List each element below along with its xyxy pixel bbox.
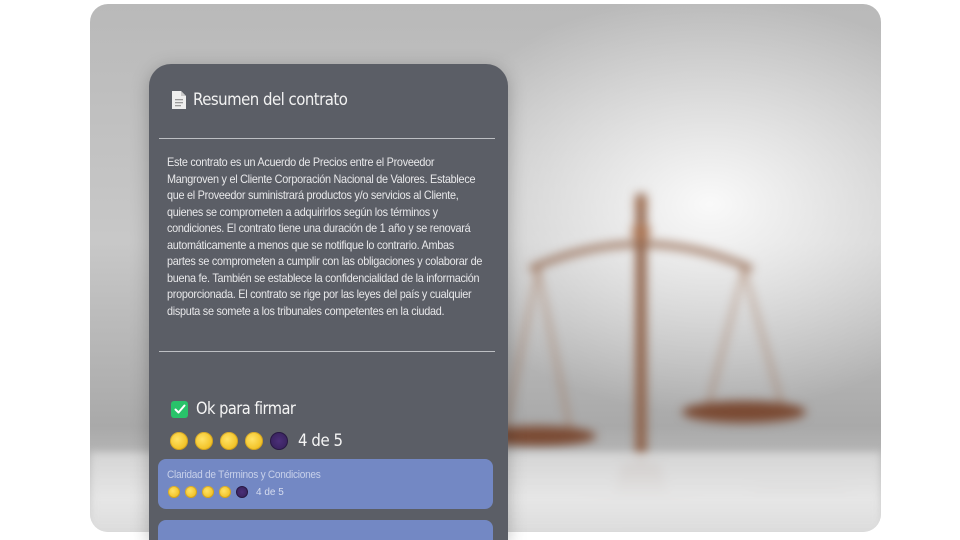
document-icon: [172, 91, 186, 109]
filled-circle-icon: [168, 486, 180, 498]
filled-circle-icon: [219, 486, 231, 498]
filled-circle-icon: [245, 432, 263, 450]
criterion-title: Claridad de Términos y Condiciones: [167, 469, 321, 481]
overall-rating-text: 4 de 5: [298, 431, 343, 451]
contract-summary-text: Este contrato es un Acuerdo de Precios e…: [167, 155, 483, 318]
signing-status: Ok para firmar: [171, 399, 312, 419]
empty-circle-icon: [236, 486, 248, 498]
filled-circle-icon: [202, 486, 214, 498]
criterion-card[interactable]: Claridad de Términos y Condiciones 4 de …: [158, 459, 493, 509]
criterion-rating: 4 de 5: [168, 486, 284, 498]
criterion-rating-icons: [168, 486, 248, 498]
filled-circle-icon: [195, 432, 213, 450]
criterion-rating-text: 4 de 5: [256, 486, 284, 498]
empty-circle-icon: [270, 432, 288, 450]
overall-rating-icons: [170, 432, 288, 450]
filled-circle-icon: [170, 432, 188, 450]
filled-circle-icon: [220, 432, 238, 450]
criterion-card-next[interactable]: [158, 520, 493, 540]
header-divider: [159, 138, 495, 139]
summary-divider: [159, 351, 495, 352]
overall-rating: 4 de 5: [170, 431, 349, 451]
checkbox-checked-icon: [171, 400, 188, 418]
card-header: Resumen del contrato: [171, 90, 368, 110]
contract-summary-card: Resumen del contrato Este contrato es un…: [149, 64, 508, 540]
card-title: Resumen del contrato: [193, 90, 348, 110]
filled-circle-icon: [185, 486, 197, 498]
status-label: Ok para firmar: [196, 399, 296, 419]
